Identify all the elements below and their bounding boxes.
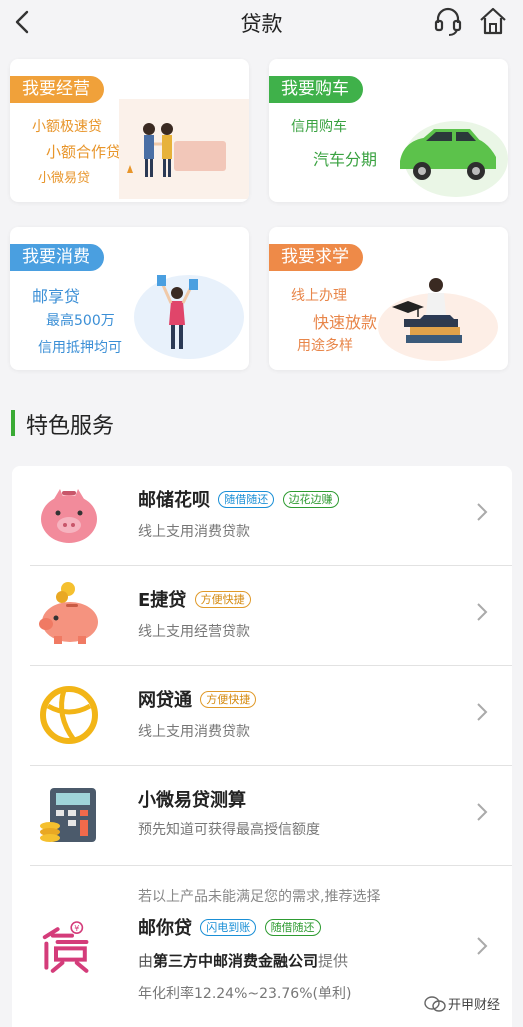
- service-badge: 方便快捷: [194, 591, 251, 608]
- globe-icon: [40, 686, 98, 744]
- service-subtitle: 线上支用消费贷款: [138, 724, 250, 740]
- service-badge: 方便快捷: [200, 691, 257, 708]
- card-tag: 我要消费: [10, 244, 104, 271]
- chevron-right-icon: [477, 603, 488, 621]
- service-subtitle: 预先知道可获得最高授信额度: [138, 822, 320, 838]
- chevron-right-icon: [477, 703, 488, 721]
- chevron-right-icon: [477, 937, 488, 955]
- chevron-right-icon: [477, 503, 488, 521]
- card-line: 信用购车: [291, 119, 347, 135]
- recommend-intro: 若以上产品未能满足您的需求,推荐选择: [138, 889, 381, 905]
- service-name: E捷贷: [138, 590, 187, 611]
- service-title: 邮储花呗 随借随还 边花边赚: [138, 486, 339, 512]
- student-books-icon: [378, 278, 498, 361]
- card-line: 小微易贷: [38, 171, 91, 186]
- watermark-text: 开甲财经: [448, 998, 501, 1013]
- card-line: 快速放款: [313, 313, 378, 332]
- card-line: 小额合作贷: [46, 143, 122, 161]
- service-title: 小微易贷测算: [138, 786, 246, 812]
- service-badge: 随借随还: [218, 491, 275, 508]
- card-education[interactable]: 我要求学 线上办理 快速放款 用途多样: [269, 227, 508, 370]
- card-car[interactable]: 我要购车 信用购车 汽车分期: [269, 59, 508, 202]
- recommend-provider: 由第三方中邮消费金融公司提供: [138, 950, 348, 971]
- provider-prefix: 由: [138, 952, 154, 970]
- service-title: E捷贷 方便快捷: [138, 586, 251, 612]
- card-line: 汽车分期: [313, 150, 378, 169]
- chevron-right-icon: [477, 803, 488, 821]
- service-title: 邮你贷 闪电到账 随借随还: [138, 914, 321, 940]
- piggy-coin-icon: [39, 582, 98, 644]
- business-handshake-icon: [119, 99, 249, 199]
- service-row-xiaowei-cesuan[interactable]: 小微易贷测算 预先知道可获得最高授信额度: [12, 766, 512, 866]
- provider-name: 第三方中邮消费金融公司: [153, 952, 319, 970]
- home-icon[interactable]: [477, 5, 509, 37]
- recommend-rate: 年化利率12.24%~23.76%(单利): [138, 986, 352, 1002]
- service-subtitle: 线上支用消费贷款: [138, 524, 250, 540]
- headset-icon[interactable]: [432, 5, 464, 37]
- calculator-icon: [40, 788, 96, 842]
- service-row-wangdaitong[interactable]: 网贷通 方便快捷 线上支用消费贷款: [12, 666, 512, 766]
- card-tag: 我要经营: [10, 76, 104, 103]
- card-tag: 我要购车: [269, 76, 363, 103]
- service-title: 网贷通 方便快捷: [138, 686, 257, 712]
- wechat-icon: [424, 996, 446, 1012]
- piggy-pink-icon: [41, 489, 97, 543]
- provider-suffix: 提供: [318, 952, 349, 970]
- section-accent-bar: [11, 410, 15, 436]
- service-badge: 随借随还: [264, 919, 321, 936]
- service-row-e-jiedai[interactable]: E捷贷 方便快捷 线上支用经营贷款: [12, 566, 512, 666]
- service-name: 邮储花呗: [138, 490, 210, 511]
- card-business[interactable]: 我要经营 小额极速贷 小额合作贷 小微易贷: [10, 59, 249, 202]
- service-name: 网贷通: [138, 690, 192, 711]
- car-icon: [400, 121, 508, 197]
- watermark: 开甲财经: [424, 994, 500, 1013]
- service-name: 小微易贷测算: [138, 790, 246, 811]
- service-badge: 闪电到账: [200, 919, 257, 936]
- service-row-youchu-huabei[interactable]: 邮储花呗 随借随还 边花边赚 线上支用消费贷款: [12, 466, 512, 566]
- card-line: 最高500万: [46, 313, 115, 329]
- service-subtitle: 线上支用经营贷款: [138, 624, 250, 640]
- shopping-woman-icon: [134, 275, 244, 359]
- section-title: 特色服务: [26, 414, 115, 439]
- service-list: 邮储花呗 随借随还 边花边赚 线上支用消费贷款 E捷贷 方便快捷 线上支用经营贷…: [12, 466, 512, 1027]
- card-tag: 我要求学: [269, 244, 363, 271]
- card-line: 线上办理: [291, 288, 347, 304]
- card-line: 信用抵押均可: [38, 340, 122, 356]
- service-badge: 边花边赚: [282, 491, 339, 508]
- card-line: 邮享贷: [32, 287, 81, 306]
- dai-icon: ¥: [42, 921, 89, 973]
- card-consumer[interactable]: 我要消费 邮享贷 最高500万 信用抵押均可: [10, 227, 249, 370]
- service-name: 邮你贷: [138, 918, 192, 939]
- top-bar: 贷款: [0, 0, 523, 44]
- svg-text:¥: ¥: [74, 924, 79, 933]
- card-line: 用途多样: [297, 338, 353, 354]
- card-line: 小额极速贷: [32, 119, 102, 135]
